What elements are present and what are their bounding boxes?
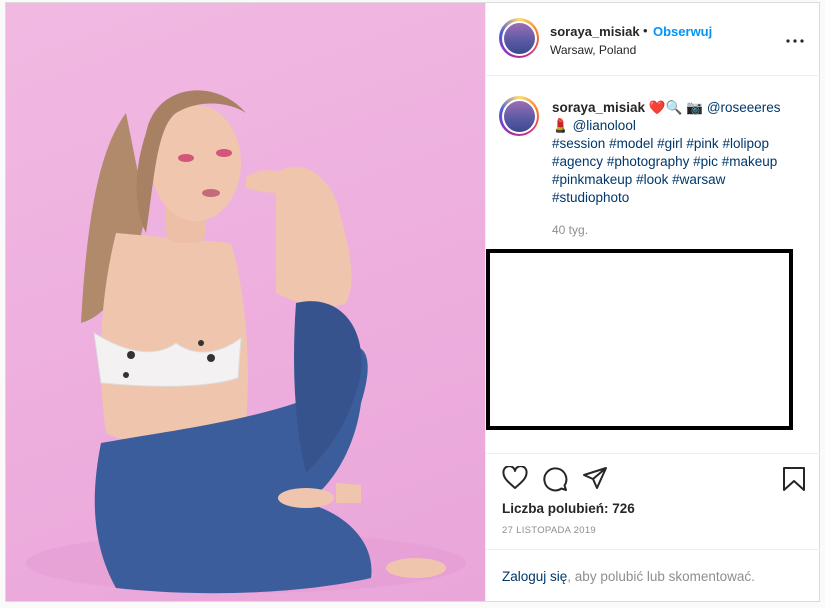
hashtag-link[interactable]: #pic (693, 154, 718, 169)
redaction-box (486, 249, 793, 430)
mention-link[interactable]: @roseeeres (707, 100, 781, 115)
comment-icon[interactable] (542, 466, 568, 497)
hashtag-link[interactable]: #girl (657, 136, 683, 151)
hashtag-link[interactable]: #pinkmakeup (552, 172, 632, 187)
follow-button[interactable]: Obserwuj (653, 24, 712, 39)
lipstick-emoji: 💄 (552, 118, 569, 133)
likes-count[interactable]: Liczba polubień: 726 (502, 501, 635, 516)
caption-timestamp[interactable]: 40 tyg. (552, 223, 588, 237)
heart-icon[interactable] (502, 465, 528, 495)
post-caption: soraya_misiak ❤️🔍 📷 @roseeeres 💄 @lianol… (552, 99, 814, 207)
caption-username[interactable]: soraya_misiak (552, 100, 645, 115)
post-side-panel: soraya_misiak • Obserwuj Warsaw, Poland … (485, 3, 820, 601)
share-icon[interactable] (582, 466, 608, 495)
post-photo[interactable] (6, 3, 485, 601)
camera-emoji: 📷 (686, 100, 704, 115)
hashtag-link[interactable]: #makeup (722, 154, 778, 169)
post-actions: Liczba polubień: 726 27 LISTOPADA 2019 Z… (486, 453, 820, 602)
hashtag-link[interactable]: #session (552, 136, 605, 151)
bookmark-icon[interactable] (782, 466, 806, 497)
avatar[interactable] (499, 18, 539, 58)
hashtag-link[interactable]: #pink (686, 136, 718, 151)
follow-separator: • (643, 23, 648, 38)
login-prompt-text: Zaloguj się, aby polubić lub skomentować… (502, 569, 755, 584)
hashtag-link[interactable]: #warsaw (672, 172, 725, 187)
magnifier-emoji: 🔍 (665, 100, 683, 115)
heart-emoji: ❤️ (648, 100, 666, 115)
post-date[interactable]: 27 LISTOPADA 2019 (502, 525, 596, 536)
login-link[interactable]: Zaloguj się (502, 569, 567, 584)
more-options-icon[interactable] (786, 30, 804, 48)
post-header: soraya_misiak • Obserwuj Warsaw, Poland (486, 3, 820, 76)
login-prompt-rest: , aby polubić lub skomentować. (567, 569, 755, 584)
mention-link[interactable]: @lianolool (573, 118, 636, 133)
hashtag-link[interactable]: #studiophoto (552, 190, 629, 205)
photo-illustration (26, 90, 466, 594)
location-link[interactable]: Warsaw, Poland (550, 43, 636, 57)
login-prompt: Zaloguj się, aby polubić lub skomentować… (486, 549, 820, 602)
hashtag-link[interactable]: #look (636, 172, 668, 187)
caption-avatar[interactable] (499, 96, 539, 136)
hashtag-link[interactable]: #photography (607, 154, 690, 169)
hashtag-link[interactable]: #agency (552, 154, 603, 169)
hashtag-link[interactable]: #model (609, 136, 653, 151)
hashtag-link[interactable]: #lolipop (722, 136, 769, 151)
header-username[interactable]: soraya_misiak (550, 24, 640, 39)
instagram-post: soraya_misiak • Obserwuj Warsaw, Poland … (5, 2, 820, 602)
